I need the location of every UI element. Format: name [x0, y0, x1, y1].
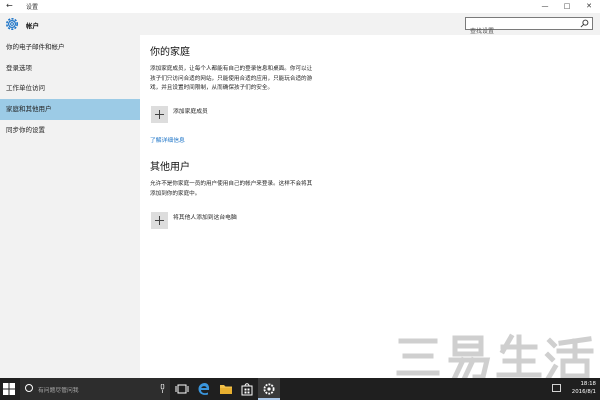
- edge-browser-icon[interactable]: [197, 382, 211, 396]
- description-line: 添加家庭成员，让每个人都能有自己的登录信息和桌面。你可以让: [150, 66, 313, 72]
- other-users-heading: 其他用户: [150, 162, 190, 173]
- description-line: 戏，并且设置时间限制，从而确保孩子们的安全。: [150, 85, 274, 91]
- description-line: 孩子们只访问合适的网站，只能使用合适的应用，只能玩合适的游: [150, 75, 313, 82]
- description-line: 允许不是你家庭一员的用户使用自己的帐户来登录。这样不会将其: [150, 181, 313, 187]
- other-users-description: 允许不是你家庭一员的用户使用自己的帐户来登录。这样不会将其 添加到你的家庭中。: [150, 180, 350, 199]
- file-explorer-icon[interactable]: [219, 382, 233, 396]
- maximize-button[interactable]: □: [556, 0, 578, 13]
- gear-icon: [263, 383, 275, 395]
- search-icon[interactable]: [580, 19, 589, 28]
- learn-more-link[interactable]: 了解详细信息: [150, 135, 185, 144]
- add-other-user-label[interactable]: 将其他人添加到这台电脑: [173, 212, 237, 221]
- page-title: 帐户: [26, 22, 39, 30]
- microphone-icon[interactable]: [160, 384, 165, 393]
- watermark-logo: [396, 333, 594, 381]
- add-other-user-button[interactable]: [151, 212, 168, 229]
- sidebar-item-sync-settings[interactable]: 同步你的设置: [0, 120, 140, 141]
- sidebar: 你的电子邮件和帐户 登录选项 工作单位访问 家庭和其他用户 同步你的设置: [0, 35, 140, 378]
- sidebar-item-work-access[interactable]: 工作单位访问: [0, 78, 140, 99]
- sidebar-item-email-accounts[interactable]: 你的电子邮件和帐户: [0, 37, 140, 58]
- sidebar-item-family-other-users[interactable]: 家庭和其他用户: [0, 99, 140, 120]
- clock-date[interactable]: 2016/8/1: [572, 389, 596, 395]
- clock-time[interactable]: 18:18: [580, 381, 596, 387]
- notification-icon[interactable]: [552, 384, 561, 393]
- settings-window: ← 设置 — □ ✕ 帐户 你的电子邮件和帐户 登录选项: [0, 0, 600, 381]
- plus-icon: [155, 216, 164, 225]
- sidebar-item-label: 工作单位访问: [6, 84, 45, 92]
- family-heading: 你的家庭: [150, 47, 190, 58]
- search-box[interactable]: [465, 17, 593, 37]
- settings-taskbar-button[interactable]: [258, 378, 280, 400]
- plus-icon: [155, 110, 164, 119]
- window-controls: — □ ✕: [534, 0, 600, 13]
- taskbar: 有问题尽管问我 18:18 2016/8/1: [0, 378, 600, 400]
- minimize-button[interactable]: —: [534, 0, 556, 13]
- sidebar-item-sign-in-options[interactable]: 登录选项: [0, 58, 140, 79]
- description-line: 添加到你的家庭中。: [150, 190, 201, 197]
- windows-start-icon[interactable]: [3, 383, 15, 395]
- settings-header: 帐户: [0, 13, 600, 37]
- back-arrow-icon[interactable]: ←: [6, 1, 13, 10]
- add-family-member-button[interactable]: [151, 106, 168, 123]
- add-family-member-label[interactable]: 添加家庭成员: [173, 106, 208, 115]
- cortana-placeholder: 有问题尽管问我: [38, 388, 79, 394]
- sidebar-item-label: 家庭和其他用户: [6, 105, 52, 113]
- sidebar-item-label: 登录选项: [6, 64, 32, 72]
- sidebar-item-label: 同步你的设置: [6, 126, 45, 134]
- cortana-search-box[interactable]: 有问题尽管问我: [20, 378, 170, 400]
- sidebar-item-label: 你的电子邮件和帐户: [6, 43, 65, 51]
- family-description: 添加家庭成员，让每个人都能有自己的登录信息和桌面。你可以让 孩子们只访问合适的网…: [150, 65, 350, 94]
- close-button[interactable]: ✕: [578, 0, 600, 13]
- gear-icon: [6, 18, 18, 30]
- main-content: 你的家庭 添加家庭成员，让每个人都能有自己的登录信息和桌面。你可以让 孩子们只访…: [140, 35, 600, 378]
- window-title: 设置: [26, 4, 39, 11]
- cortana-icon: [25, 384, 33, 392]
- task-view-icon[interactable]: [175, 382, 189, 396]
- store-icon[interactable]: [240, 382, 254, 396]
- title-bar: ← 设置 — □ ✕: [0, 0, 600, 13]
